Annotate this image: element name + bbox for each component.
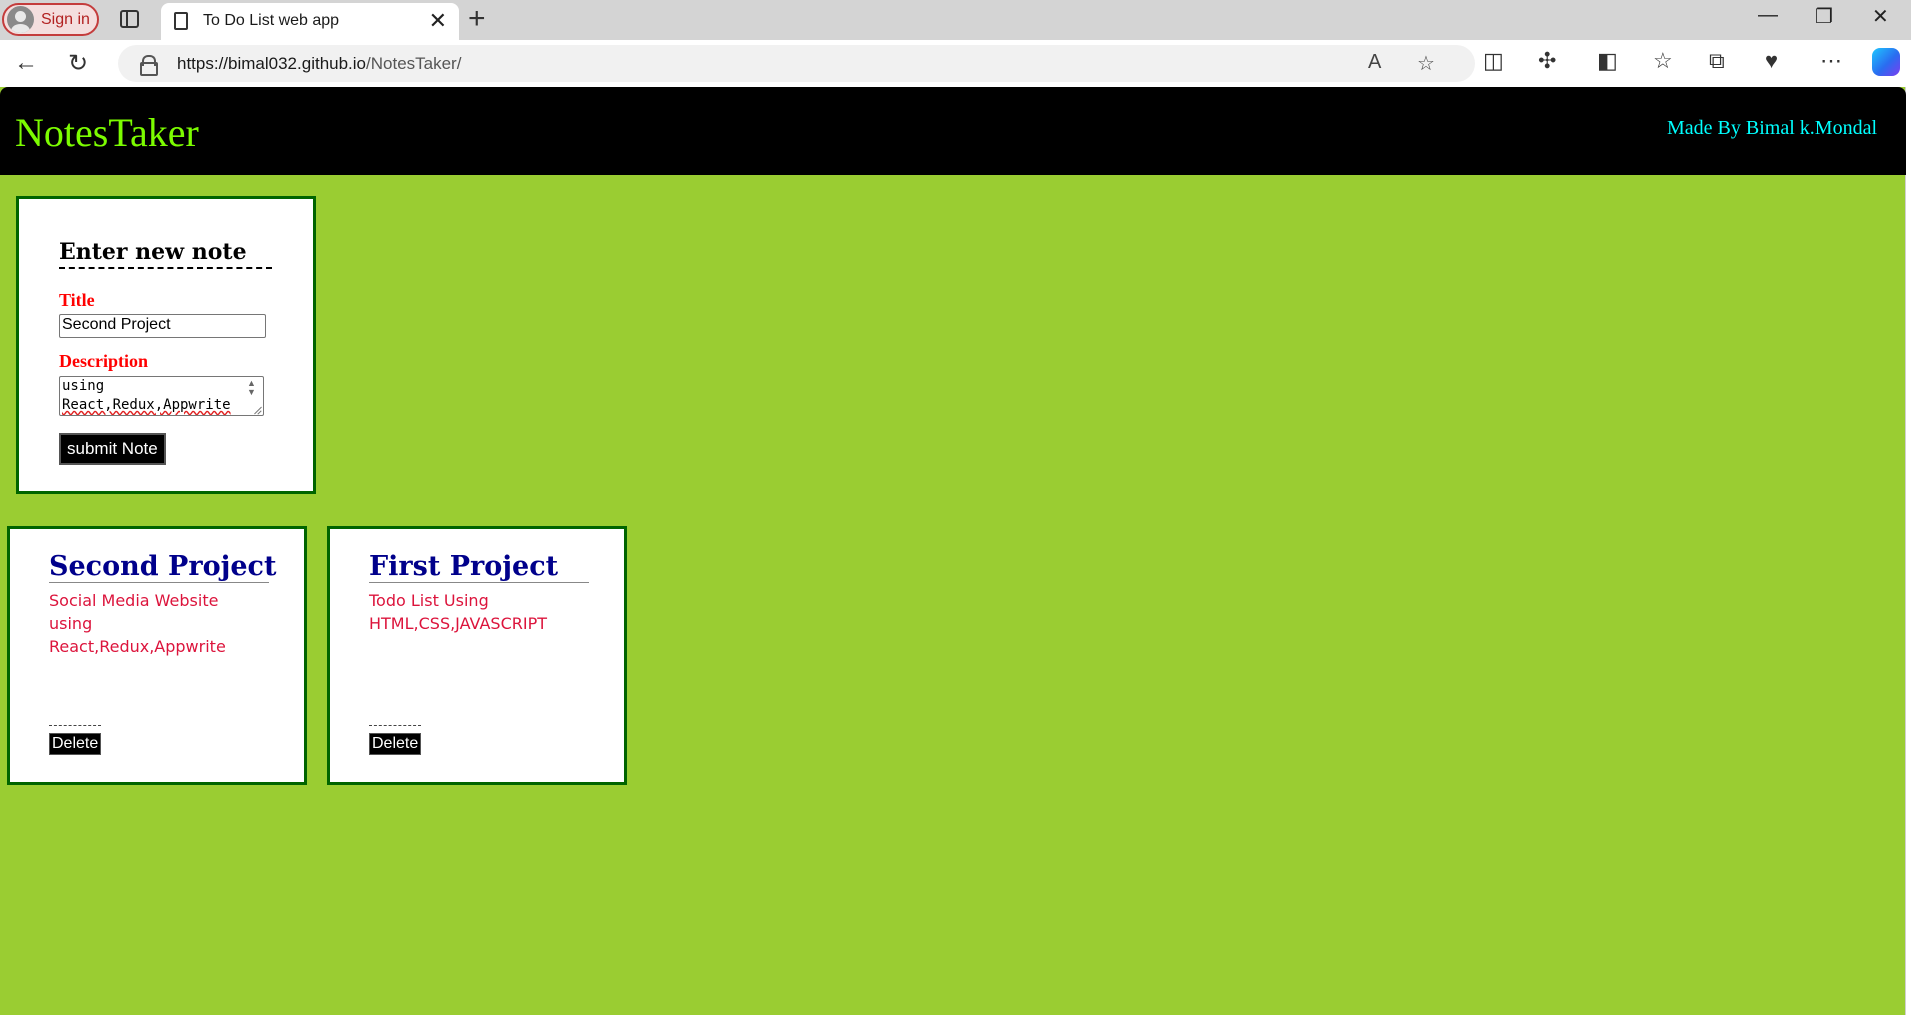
browser-essentials-icon[interactable]: ◫	[1483, 48, 1504, 74]
address-bar[interactable]: https://bimal032.github.io/NotesTaker/ A…	[118, 45, 1475, 82]
url-text[interactable]: https://bimal032.github.io/NotesTaker/	[177, 54, 461, 74]
author-credit: Made By Bimal k.Mondal	[1667, 117, 1877, 139]
note-separator	[369, 725, 421, 726]
delete-note-button[interactable]: Delete	[369, 733, 422, 755]
more-options-icon[interactable]: ⋯	[1820, 48, 1842, 74]
note-description: Todo List Using HTML,CSS,JAVASCRIPT	[369, 591, 547, 633]
split-screen-icon[interactable]: ◧	[1597, 48, 1618, 74]
site-header: NotesTaker Made By Bimal k.Mondal	[0, 87, 1906, 175]
note-separator	[49, 725, 101, 726]
sign-in-label: Sign in	[41, 10, 90, 28]
page-body: NotesTaker Made By Bimal k.Mondal Enter …	[0, 87, 1906, 1015]
note-card: Second Project Social Media Website usin…	[7, 526, 307, 785]
note-title: First Project	[369, 551, 589, 583]
note-card: First Project Todo List Using HTML,CSS,J…	[327, 526, 627, 785]
new-tab-button[interactable]: +	[468, 2, 486, 36]
minimize-button[interactable]: —	[1758, 4, 1778, 27]
title-input[interactable]: Second Project	[59, 314, 266, 338]
sign-in-button[interactable]: Sign in	[2, 3, 99, 36]
resize-grip-icon[interactable]	[253, 406, 262, 415]
back-arrow-icon[interactable]: ←	[14, 49, 38, 77]
profile-avatar-icon	[7, 6, 34, 33]
textarea-scroll-arrows[interactable]: ▲ ▼	[247, 379, 256, 397]
submit-note-button[interactable]: submit Note	[59, 433, 166, 465]
read-aloud-icon[interactable]: A	[1368, 51, 1381, 74]
note-description: Social Media Website using React,Redux,A…	[49, 591, 226, 656]
description-label: Description	[59, 351, 148, 371]
extensions-puzzle-icon[interactable]: ✣	[1538, 48, 1556, 74]
tab-actions-icon[interactable]	[120, 10, 139, 28]
browser-tab-bar: Sign in To Do List web app ✕ + — ❐ ✕	[0, 0, 1911, 40]
lock-icon[interactable]	[140, 55, 158, 76]
copilot-icon[interactable]	[1872, 48, 1900, 76]
browser-toolbar: ← ↻ https://bimal032.github.io/NotesTake…	[0, 40, 1911, 87]
health-icon[interactable]: ♥	[1765, 48, 1778, 74]
refresh-icon[interactable]: ↻	[68, 49, 88, 78]
new-note-form: Enter new note Title Second Project Desc…	[16, 196, 316, 494]
restore-button[interactable]: ❐	[1815, 4, 1833, 29]
favorites-icon[interactable]: ☆	[1653, 48, 1673, 74]
tab-close-icon[interactable]: ✕	[429, 8, 447, 34]
title-label: Title	[59, 290, 95, 310]
page-icon	[174, 12, 188, 30]
favorite-star-icon[interactable]: ☆	[1417, 51, 1435, 76]
note-title: Second Project	[49, 551, 277, 583]
collections-icon[interactable]: ⧉	[1709, 48, 1725, 74]
active-tab[interactable]: To Do List web app ✕	[161, 3, 459, 40]
description-textarea[interactable]: using React,Redux,Appwrite	[59, 376, 264, 416]
brand-title: NotesTaker	[15, 110, 199, 155]
close-window-button[interactable]: ✕	[1872, 4, 1889, 29]
delete-note-button[interactable]: Delete	[49, 733, 102, 755]
form-heading: Enter new note	[59, 239, 272, 269]
tab-title: To Do List web app	[203, 12, 340, 29]
